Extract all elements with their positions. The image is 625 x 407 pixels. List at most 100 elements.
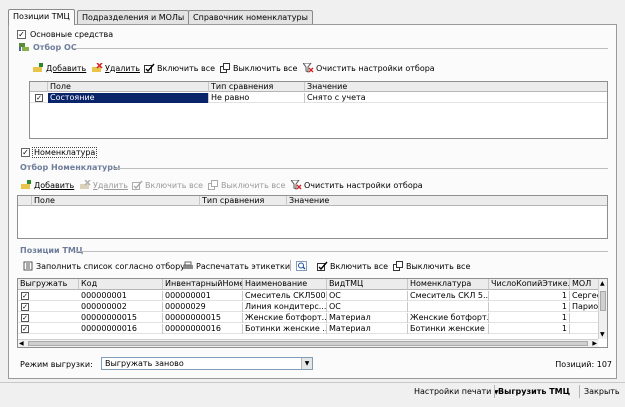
export-mode-value: Выгружать заново bbox=[105, 359, 184, 368]
items-disable-all-button[interactable]: Выключить все bbox=[393, 261, 470, 271]
os-clear-filter-button[interactable]: Очистить настройки отбора bbox=[302, 62, 435, 73]
fill-list-button[interactable]: Заполнить список согласно отбору bbox=[23, 261, 185, 271]
cell-code: 00000000015 bbox=[79, 313, 163, 323]
fill-list-label: Заполнить список согласно отбору bbox=[36, 261, 185, 271]
upload-button[interactable]: Выгрузить ТМЦ bbox=[498, 387, 570, 396]
nomenclature-checkbox[interactable]: ✓ bbox=[21, 148, 30, 157]
nom-col-value[interactable]: Значение bbox=[287, 196, 607, 206]
check-all-icon bbox=[317, 261, 328, 271]
col-kind[interactable]: ВидТМЦ bbox=[327, 279, 408, 289]
os-col-value[interactable]: Значение bbox=[305, 82, 607, 92]
items-grid: Выгружать Код ИнвентарныйНомер Наименова… bbox=[17, 278, 608, 348]
nom-col-comparison[interactable]: Тип сравнения bbox=[200, 196, 287, 206]
os-add-label: Добавить bbox=[46, 63, 87, 73]
row-checkbox[interactable]: ✓ bbox=[21, 303, 29, 311]
items-enable-all-button[interactable]: Включить все bbox=[317, 261, 388, 271]
col-copies[interactable]: ЧислоКопийЭтике... bbox=[489, 279, 570, 289]
printer-icon bbox=[183, 261, 194, 271]
col-code[interactable]: Код bbox=[79, 279, 163, 289]
fixed-assets-checkbox[interactable]: ✓ bbox=[17, 30, 26, 39]
uncheck-all-icon bbox=[208, 180, 219, 190]
check-all-icon bbox=[144, 63, 155, 73]
nom-enable-all-label: Включить все bbox=[145, 180, 204, 190]
row-checkbox[interactable]: ✓ bbox=[21, 314, 29, 322]
table-row[interactable]: ✓ 000000001 000000001 Смеситель СКЛ500 О… bbox=[18, 291, 600, 301]
cell-inv: 000000001 bbox=[163, 291, 243, 301]
table-row[interactable]: ✓ 00000000016 00000000016 Ботинки женски… bbox=[18, 324, 600, 334]
scroll-thumb[interactable] bbox=[600, 291, 606, 311]
nom-delete-button[interactable]: Удалить bbox=[80, 179, 128, 190]
row-checkbox[interactable]: ✓ bbox=[21, 292, 29, 300]
row-comparison[interactable]: Не равно bbox=[209, 93, 305, 103]
horizontal-scrollbar[interactable]: ◀ ▶ bbox=[18, 339, 598, 347]
row-field[interactable]: Состояние bbox=[48, 93, 209, 103]
tab-items[interactable]: Позиции ТМЦ bbox=[8, 9, 75, 25]
nom-clear-filter-button[interactable]: Очистить настройки отбора bbox=[290, 179, 423, 190]
items-disable-all-label: Выключить все bbox=[406, 261, 471, 271]
close-button[interactable]: Закрыть bbox=[584, 387, 620, 396]
col-name[interactable]: Наименование bbox=[243, 279, 327, 289]
row-checkbox[interactable]: ✓ bbox=[35, 94, 43, 102]
cell-name: Линия кондитерс... bbox=[245, 302, 327, 312]
items-enable-all-label: Включить все bbox=[330, 261, 389, 271]
cell-inv: 00000000015 bbox=[163, 313, 243, 323]
delete-icon bbox=[92, 62, 103, 73]
scroll-left-icon[interactable]: ◀ bbox=[19, 340, 24, 347]
vertical-scrollbar[interactable]: ▲ ▼ bbox=[598, 279, 607, 339]
nomenclature-label: Номенклатура bbox=[32, 147, 98, 158]
nom-enable-all-button[interactable]: Включить все bbox=[132, 180, 203, 190]
cell-nom: Женские ботфорт... bbox=[410, 313, 489, 323]
row-value[interactable]: Снято с учета bbox=[305, 93, 607, 103]
cell-inv: 00000029 bbox=[163, 302, 243, 312]
col-export[interactable]: Выгружать bbox=[18, 279, 79, 289]
nom-add-button[interactable]: Добавить bbox=[21, 180, 74, 190]
print-labels-button[interactable]: Распечатать этикетки bbox=[183, 261, 290, 271]
print-settings-button[interactable]: Настройки печати ▼ bbox=[414, 387, 499, 396]
add-icon bbox=[33, 63, 44, 73]
table-row[interactable]: ✓ 000000002 00000029 Линия кондитерс... … bbox=[18, 302, 600, 312]
cell-nom: Смеситель СКЛ 5... bbox=[410, 291, 489, 301]
items-grid-header: Выгружать Код ИнвентарныйНомер Наименова… bbox=[18, 279, 607, 290]
footer-bar: Настройки печати ▼ Выгрузить ТМЦ Закрыть bbox=[0, 382, 625, 400]
os-clear-filter-label: Очистить настройки отбора bbox=[316, 63, 435, 73]
cell-code: 00000000016 bbox=[79, 324, 163, 334]
os-col-field[interactable]: Поле bbox=[48, 82, 209, 92]
hscroll-thumb[interactable] bbox=[28, 341, 588, 346]
os-delete-button[interactable]: Удалить bbox=[92, 62, 140, 73]
nom-col-field[interactable]: Поле bbox=[32, 196, 200, 206]
uncheck-all-icon bbox=[393, 261, 404, 271]
chevron-down-icon[interactable]: ▼ bbox=[301, 358, 312, 369]
scroll-down-icon[interactable]: ▼ bbox=[600, 331, 605, 338]
cell-inv: 00000000016 bbox=[163, 324, 243, 334]
cell-kind: ОС bbox=[327, 302, 408, 312]
nom-disable-all-label: Выключить все bbox=[221, 180, 286, 190]
nom-disable-all-button[interactable]: Выключить все bbox=[208, 180, 285, 190]
positions-count: Позиций: 107 bbox=[555, 360, 612, 369]
cell-code: 000000002 bbox=[79, 302, 163, 312]
table-row[interactable]: ✓ 00000000015 00000000015 Женские ботфор… bbox=[18, 313, 600, 323]
col-nomenclature[interactable]: Номенклатура bbox=[408, 279, 489, 289]
items-title: Позиции ТМЦ bbox=[20, 246, 84, 255]
nom-add-label: Добавить bbox=[34, 180, 75, 190]
table-row[interactable]: ✓ Состояние Не равно Снято с учета bbox=[30, 93, 607, 103]
row-checkbox[interactable]: ✓ bbox=[21, 325, 29, 333]
cell-nom: Ботинки женские ... bbox=[410, 324, 489, 334]
cell-code: 000000001 bbox=[79, 291, 163, 301]
cell-kind: Материал bbox=[327, 324, 408, 334]
os-disable-all-button[interactable]: Выключить все bbox=[220, 63, 297, 73]
export-mode-select[interactable]: Выгружать заново ▼ bbox=[101, 357, 313, 370]
os-add-button[interactable]: Добавить bbox=[33, 63, 86, 73]
cell-kind: Материал bbox=[327, 313, 408, 323]
col-inventory-number[interactable]: ИнвентарныйНомер bbox=[163, 279, 243, 289]
find-button[interactable] bbox=[296, 261, 309, 271]
cell-copies: 1 bbox=[489, 324, 570, 334]
scroll-right-icon[interactable]: ▶ bbox=[592, 340, 597, 347]
print-labels-label: Распечатать этикетки bbox=[196, 261, 291, 271]
os-col-comparison[interactable]: Тип сравнения bbox=[209, 82, 305, 92]
scroll-up-icon[interactable]: ▲ bbox=[600, 280, 605, 287]
os-enable-all-button[interactable]: Включить все bbox=[144, 63, 215, 73]
tab-departments[interactable]: Подразделения и МОЛы bbox=[77, 10, 190, 24]
col-mol[interactable]: МОЛ bbox=[570, 279, 600, 289]
tab-nomenclature-catalog[interactable]: Справочник номенклатуры bbox=[188, 10, 313, 24]
cell-name: Ботинки женские ... bbox=[245, 324, 327, 334]
